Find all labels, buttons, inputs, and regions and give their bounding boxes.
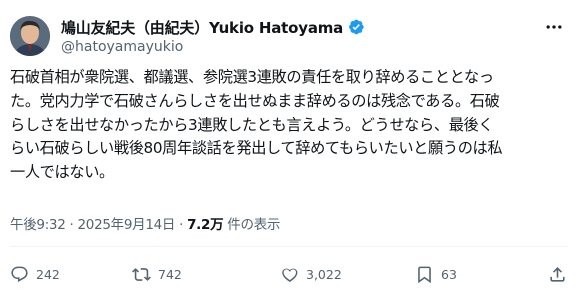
avatar[interactable] xyxy=(10,16,50,56)
repost-button[interactable]: 742 xyxy=(132,265,182,284)
divider xyxy=(10,246,568,247)
author-handle[interactable]: @hatoyamayukio xyxy=(61,39,365,55)
repost-icon xyxy=(132,268,151,281)
reply-icon xyxy=(11,266,28,283)
post-metadata: 午後9:32 · 2025年9月14日 · 7.2万 件の表示 xyxy=(10,213,280,233)
repost-count: 742 xyxy=(158,267,182,282)
views-label: 件の表示 xyxy=(223,217,281,233)
share-button[interactable] xyxy=(548,265,567,284)
post-text-line: た。党内力学で石破さんらしさを出せぬまま辞めるのは残念である。石破 xyxy=(10,91,500,110)
post-text-line: らしさを出せなかったから3連敗したとも言えよう。どうせなら、最後く xyxy=(10,115,494,134)
bookmark-icon xyxy=(418,266,431,284)
reply-button[interactable]: 242 xyxy=(10,265,60,284)
like-count: 3,022 xyxy=(306,267,342,282)
verified-badge-icon[interactable] xyxy=(347,18,365,36)
views-count: 7.2万 xyxy=(187,217,224,233)
post-timestamp[interactable]: 午後9:32 · 2025年9月14日 · xyxy=(10,217,187,233)
post-text: 石破首相が衆院選、都議選、参院選3連敗の責任を取り辞めることとなっ た。党内力学… xyxy=(10,66,570,185)
more-options-icon[interactable] xyxy=(544,17,564,37)
like-icon xyxy=(282,268,298,283)
share-icon xyxy=(550,267,565,282)
reply-count: 242 xyxy=(36,267,60,282)
bookmark-button[interactable]: 63 xyxy=(415,265,457,284)
post-header: 鳩山友紀夫（由紀夫）Yukio Hatoyama @hatoyamayukio xyxy=(10,12,365,60)
author-display-name[interactable]: 鳩山友紀夫（由紀夫）Yukio Hatoyama xyxy=(61,17,343,38)
like-button[interactable]: 3,022 xyxy=(280,265,342,284)
post-text-line: 一人ではない。 xyxy=(10,163,114,182)
author-info: 鳩山友紀夫（由紀夫）Yukio Hatoyama @hatoyamayukio xyxy=(61,17,365,55)
post-text-line: らい石破らしい戦後80周年談話を発出して辞めてもらいたいと願うのは私 xyxy=(10,139,503,158)
post-text-line: 石破首相が衆院選、都議選、参院選3連敗の責任を取り辞めることとなっ xyxy=(10,68,494,86)
bookmark-count: 63 xyxy=(441,267,457,282)
action-bar: 242 742 3,022 63 xyxy=(10,257,568,291)
